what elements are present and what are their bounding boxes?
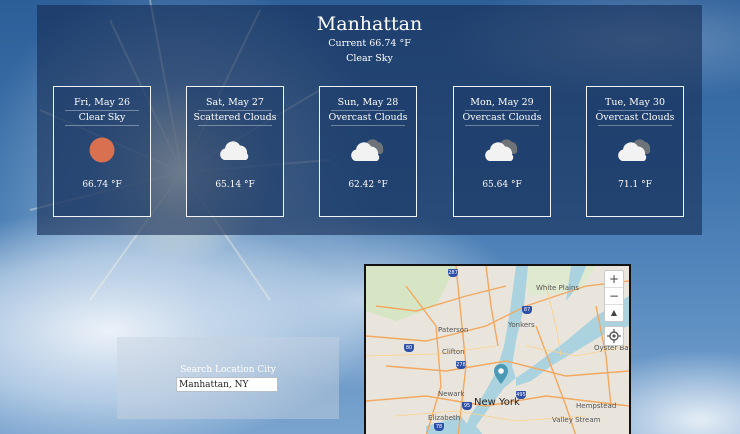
forecast-date: Sun, May 28 (337, 97, 399, 108)
city-title: Manhattan (316, 13, 423, 35)
zoom-in-button[interactable]: + (605, 271, 623, 288)
forecast-day-card: Sat, May 27 Scattered Clouds 65.14 °F (186, 86, 284, 217)
compass-button[interactable]: ▲ (605, 305, 623, 321)
forecast-condition: Clear Sky (78, 112, 126, 123)
map-label: Yonkers (508, 321, 535, 329)
forecast-day-card: Fri, May 26 Clear Sky 66.74 °F (53, 86, 151, 217)
divider (331, 110, 405, 111)
forecast-day-card: Sun, May 28 Overcast Clouds 62.42 °F (319, 86, 417, 217)
locate-icon (607, 329, 621, 343)
search-input[interactable] (176, 377, 278, 392)
map-label: Clifton (442, 348, 465, 356)
forecast-temperature: 71.1 °F (618, 180, 652, 190)
divider (198, 110, 272, 111)
divider (465, 125, 539, 126)
sun-icon (89, 137, 115, 163)
forecast-condition: Overcast Clouds (595, 112, 675, 123)
overcast-clouds-icon (485, 139, 518, 161)
locate-button[interactable] (604, 326, 624, 346)
forecast-date: Mon, May 29 (470, 97, 534, 108)
highway-shield: 78 (434, 423, 444, 431)
forecast-temperature: 66.74 °F (82, 180, 122, 190)
zoom-out-button[interactable]: − (605, 288, 623, 305)
forecast-temperature: 65.64 °F (482, 180, 522, 190)
map-label: White Plains (536, 284, 580, 292)
highway-shield: 95 (462, 402, 472, 410)
forecast-temperature: 65.14 °F (215, 180, 255, 190)
forecast-panel: Manhattan Current 66.74 °F Clear Sky Fri… (37, 5, 702, 235)
map-label: Valley Stream (552, 416, 601, 424)
highway-shield: 287 (448, 269, 458, 277)
search-label: Search Location City (180, 365, 276, 375)
forecast-condition: Overcast Clouds (328, 112, 408, 123)
forecast-day-card: Tue, May 30 Overcast Clouds 71.1 °F (586, 86, 684, 217)
divider (331, 125, 405, 126)
divider (65, 110, 139, 111)
highway-shield: 278 (456, 361, 466, 369)
forecast-date: Tue, May 30 (605, 97, 665, 108)
map-label-city: New York (474, 397, 520, 408)
zoom-control: + − ▲ (604, 270, 624, 322)
overcast-clouds-icon (351, 139, 384, 161)
forecast-date: Sat, May 27 (206, 97, 264, 108)
map[interactable]: 287 87 95 80 278 95 495 78 White Plains … (364, 264, 631, 434)
forecast-temperature: 62.42 °F (348, 180, 388, 190)
map-label: Newark (438, 390, 465, 398)
forecast-day-card: Mon, May 29 Overcast Clouds 65.64 °F (453, 86, 551, 217)
current-condition: Clear Sky (346, 53, 393, 64)
map-label: Paterson (438, 326, 469, 334)
map-label: Elizabeth (428, 414, 461, 422)
divider (598, 125, 672, 126)
forecast-date: Fri, May 26 (73, 97, 131, 108)
divider (65, 125, 139, 126)
highway-shield: 87 (522, 306, 532, 314)
current-temperature: Current 66.74 °F (328, 38, 411, 49)
search-panel: Search Location City (117, 337, 339, 419)
cloud-icon (220, 141, 249, 160)
forecast-condition: Overcast Clouds (462, 112, 542, 123)
map-marker-icon[interactable] (494, 364, 508, 384)
overcast-clouds-icon (618, 139, 651, 161)
divider (465, 110, 539, 111)
highway-shield: 80 (404, 344, 414, 352)
map-label: Hempstead (576, 402, 617, 410)
divider (198, 125, 272, 126)
divider (598, 110, 672, 111)
forecast-condition: Scattered Clouds (193, 112, 277, 123)
